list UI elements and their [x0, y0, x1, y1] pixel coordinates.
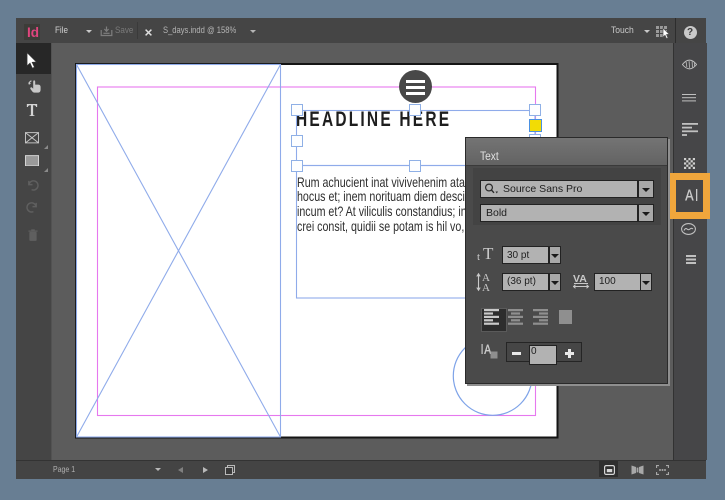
svg-text:A: A: [482, 282, 490, 292]
